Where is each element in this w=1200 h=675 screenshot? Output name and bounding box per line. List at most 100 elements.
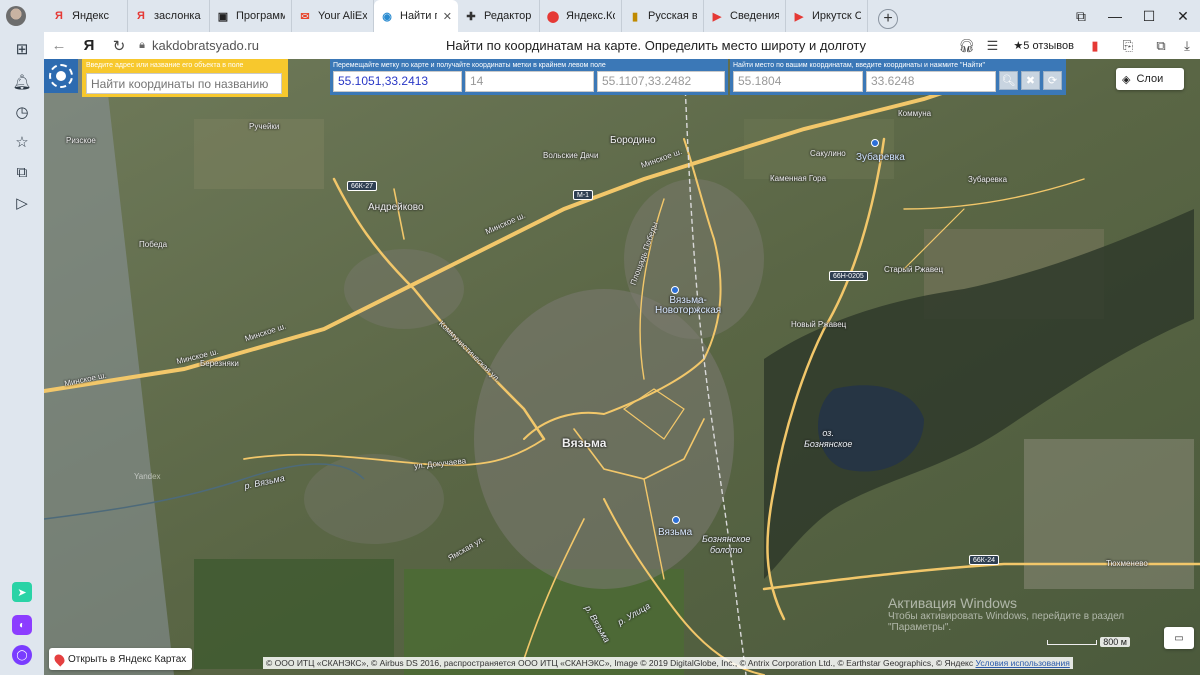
place-label-pobeda: Победа: [139, 240, 168, 249]
profile-button[interactable]: [0, 0, 32, 32]
download-icon[interactable]: ⤓: [1174, 38, 1200, 54]
new-tab-button[interactable]: +: [878, 9, 898, 29]
yandex-home-icon[interactable]: Я: [74, 37, 104, 54]
alice-assistant-icon[interactable]: ◯: [12, 645, 32, 665]
map-scale: 800 м: [1047, 637, 1130, 647]
history-clock-icon[interactable]: ◷: [12, 102, 32, 122]
notifications-bell-icon[interactable]: 🔔︎: [12, 72, 32, 92]
road-shield: М-1: [573, 190, 594, 200]
reader-mode-icon[interactable]: ☰: [979, 38, 1005, 54]
place-label-berezniaki: Березняки: [200, 359, 239, 368]
longitude-field[interactable]: 33.6248: [866, 71, 996, 92]
reviews-badge[interactable]: ★5 отзывов: [1005, 39, 1082, 52]
place-label-stary-rzhavets: Старый Ржавец: [884, 265, 944, 274]
headphones-icon[interactable]: 🎧︎: [953, 38, 979, 54]
marker-coords-field[interactable]: 55.1051,33.2413: [333, 71, 462, 92]
place-label-rizskoe: Ризское: [66, 136, 96, 145]
browser-sidebar: ⊞ 🔔︎ ◷ ☆ ⧉ ▷ ➤ ◐ ◯: [0, 32, 44, 675]
station-marker[interactable]: [672, 516, 680, 524]
place-label-andreykovo: Андрейково: [368, 202, 424, 213]
tab-7[interactable]: ▮ Русская вес: [622, 0, 704, 32]
open-in-yandex-maps-button[interactable]: Открыть в Яндекс Картах: [49, 648, 193, 670]
tab-label: Редактор | Е: [484, 10, 533, 22]
place-label-volskie-dachi: Вольские Дачи: [543, 151, 599, 160]
station-marker[interactable]: [871, 139, 879, 147]
tab-bar: Я Яндекс Язаслонка огуре ▣ Программа ✉ Your Al…: [0, 0, 1200, 32]
reload-icon[interactable]: ↻: [104, 37, 134, 55]
tab-label: Иркутск Сме: [812, 10, 861, 22]
page-title: Найти по координатам на карте. Определит…: [445, 38, 867, 53]
url-domain[interactable]: kakdobratsyado.ru: [152, 38, 259, 53]
city-label-vyazma: Вязьма: [562, 436, 607, 450]
latitude-field[interactable]: 55.1804: [733, 71, 863, 92]
refresh-icon[interactable]: ⟳: [1043, 71, 1062, 90]
tab-0[interactable]: Я Яндекс: [46, 0, 128, 32]
back-arrow-icon[interactable]: ←: [44, 37, 74, 54]
terms-link[interactable]: Условия использования: [976, 658, 1070, 668]
search-by-name-input[interactable]: [86, 73, 282, 94]
yandex-map-watermark: Yandex: [134, 472, 161, 481]
yandex-icon: Я: [55, 10, 63, 22]
map-pin-icon: [52, 651, 67, 667]
place-label-ruchyki: Ручейки: [249, 122, 280, 131]
tab-6[interactable]: ⬤ Яндекс.Колл: [540, 0, 622, 32]
scale-bar: [1047, 639, 1098, 645]
close-window-button[interactable]: ✕: [1166, 8, 1200, 25]
youtube-icon: ▶: [712, 10, 722, 23]
alice-chat-icon[interactable]: ◐: [12, 615, 32, 635]
bookmarks-star-icon[interactable]: ☆: [12, 132, 32, 152]
tab-2[interactable]: ▣ Программа: [210, 0, 292, 32]
globe-icon: ◉: [382, 10, 392, 23]
zoom-field[interactable]: 14: [465, 71, 594, 92]
place-label-borodino: Бородино: [610, 135, 656, 146]
tab-label: Русская вес: [648, 10, 697, 22]
station-marker[interactable]: [671, 286, 679, 294]
news-icon: ▮: [631, 10, 639, 23]
bog-label-boznyanskoe: Бознянское болото: [702, 534, 751, 555]
ruler-button[interactable]: ▭: [1164, 627, 1194, 649]
map-copyright: © ООО ИТЦ «СКАНЭКС», © Airbus DS 2016, р…: [263, 657, 1073, 669]
close-tab-icon[interactable]: ✕: [443, 10, 452, 23]
minimize-button[interactable]: —: [1098, 8, 1132, 24]
lock-icon[interactable]: 🔒︎: [134, 39, 150, 52]
media-icon: ▣: [217, 10, 229, 23]
maximize-button[interactable]: ☐: [1132, 8, 1166, 25]
find-search-icon[interactable]: 🔍︎: [999, 71, 1018, 90]
avatar: [6, 6, 26, 26]
translate-icon[interactable]: ⎘: [1108, 38, 1148, 54]
clear-x-icon[interactable]: ✖: [1021, 71, 1040, 90]
collections-icon: ⬤: [546, 10, 560, 23]
copyright-text: © ООО ИТЦ «СКАНЭКС», © Airbus DS 2016, р…: [266, 658, 974, 668]
corner-coords-field[interactable]: 55.1107,33.2482: [597, 71, 725, 92]
bookmark-icon[interactable]: ▮: [1082, 38, 1108, 54]
place-label-zubarevka: Зубаревка: [968, 175, 1008, 184]
tab-8[interactable]: ▶ Сведения о: [704, 0, 786, 32]
yandex-icon: Я: [137, 10, 145, 22]
tab-label: Яндекс.Колл: [566, 10, 615, 22]
collections-icon[interactable]: ⧉: [12, 162, 32, 182]
lake-label-boznyanskoe: оз. Бознянское: [804, 428, 853, 449]
tab-label: Яндекс: [72, 10, 109, 22]
tab-4[interactable]: ◉ Найти по ✕: [374, 0, 458, 32]
editor-icon: ✚: [466, 10, 476, 23]
tab-3[interactable]: ✉ Your AliExpress: [292, 0, 374, 32]
apps-grid-icon[interactable]: ⊞: [12, 39, 32, 59]
tab-5[interactable]: ✚ Редактор | Е: [458, 0, 540, 32]
messenger-icon[interactable]: ➤: [12, 582, 32, 602]
tab-1[interactable]: Язаслонка огуре: [128, 0, 210, 32]
tab-label: Your AliExpress: [318, 10, 367, 22]
place-label-kommuna: Коммуна: [898, 109, 932, 118]
layers-button[interactable]: ◈ Слои: [1116, 68, 1184, 90]
satellite-map[interactable]: Введите адрес или название его объекта в…: [44, 59, 1200, 675]
media-play-icon[interactable]: ▷: [12, 193, 32, 213]
tab-9[interactable]: ▶ Иркутск Сме: [786, 0, 868, 32]
find-panel: Найти место по вашим координатам, введит…: [730, 59, 1066, 95]
tab-strip: Я Яндекс Язаслонка огуре ▣ Программа ✉ Your Al…: [46, 0, 868, 32]
tab-label: Найти по: [400, 10, 437, 22]
collections-window-icon[interactable]: ⧉: [1064, 8, 1098, 25]
site-logo[interactable]: [44, 59, 78, 93]
tab-label: Программа: [236, 10, 285, 22]
aliexpress-icon: ✉: [300, 10, 310, 23]
tab-label: Сведения о: [730, 10, 779, 22]
extensions-icon[interactable]: ⧉: [1148, 38, 1174, 54]
